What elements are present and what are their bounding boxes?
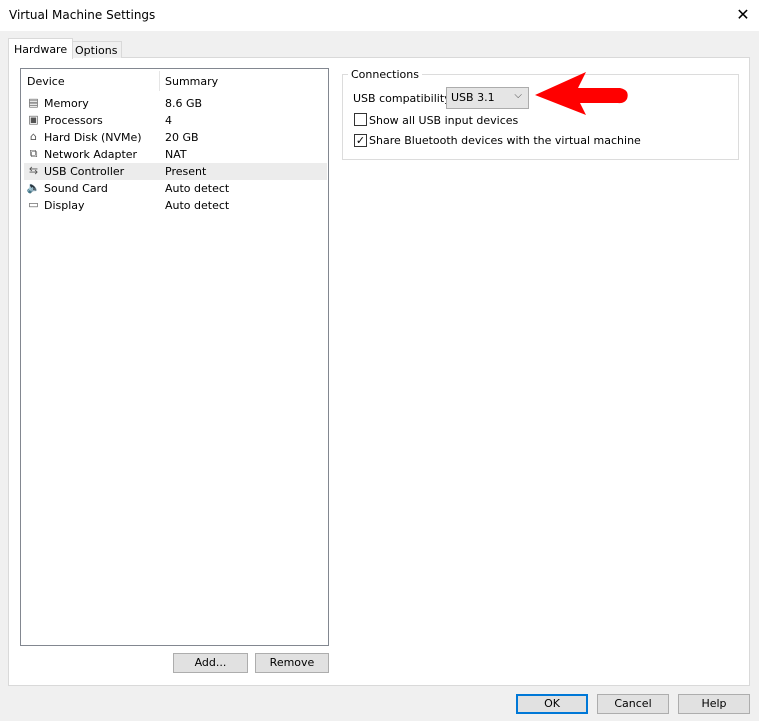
device-summary: Auto detect [165,199,230,212]
device-summary: NAT [165,148,187,161]
usb-compatibility-label: USB compatibility: [353,92,454,105]
device-row[interactable]: ▭ Display Auto detect [24,197,327,214]
device-summary: 4 [165,114,172,127]
window-title: Virtual Machine Settings [9,8,156,22]
chevron-down-icon: ⌵ [514,90,522,101]
tab-hardware[interactable]: Hardware [8,38,74,59]
add-button[interactable]: Add... [173,653,248,673]
cancel-button[interactable]: Cancel [597,694,669,714]
connections-group-label: Connections [348,68,422,81]
network-adapter-icon: ⧉ [29,147,38,160]
device-row[interactable]: ⇆ USB Controller Present [24,163,327,180]
sound-icon: 🔈 [26,181,41,194]
processor-icon: ▣ [28,113,39,126]
column-header-device[interactable]: Device [27,75,65,88]
column-header-summary[interactable]: Summary [165,75,218,88]
device-row[interactable]: ▤ Memory 8.6 GB [24,95,327,112]
device-list[interactable]: Device Summary ▤ Memory 8.6 GB ▣ Processors 4… [20,68,329,646]
show-all-usb-label[interactable]: Show all USB input devices [369,114,518,127]
help-button[interactable]: Help [678,694,750,714]
device-name: Memory [44,97,89,110]
device-name: Network Adapter [44,148,138,161]
device-summary: 20 GB [165,131,199,144]
device-row[interactable]: ▣ Processors 4 [24,112,327,129]
device-summary: Auto detect [165,182,230,195]
close-icon[interactable]: ✕ [733,4,753,26]
red-arrow-annotation [535,72,628,115]
device-row[interactable]: ⌂ Hard Disk (NVMe) 20 GB [24,129,327,146]
tab-options[interactable]: Options [70,41,123,58]
usb-compatibility-value: USB 3.1 [451,91,495,104]
device-name: Sound Card [44,182,108,195]
device-row[interactable]: 🔈 Sound Card Auto detect [24,180,327,197]
remove-button[interactable]: Remove [255,653,329,673]
device-row[interactable]: ⧉ Network Adapter NAT [24,146,327,163]
device-summary: Present [165,165,207,178]
ok-button[interactable]: OK [516,694,588,714]
device-name: Processors [44,114,103,127]
usb-icon: ⇆ [28,164,39,177]
device-name: Display [44,199,85,212]
share-bluetooth-checkbox[interactable]: ✓ [354,134,367,147]
arrow-shape [535,72,628,115]
share-bluetooth-label[interactable]: Share Bluetooth devices with the virtual… [369,134,641,147]
memory-icon: ▤ [28,96,39,109]
usb-compatibility-dropdown[interactable]: USB 3.1 ⌵ [446,87,529,109]
show-all-usb-checkbox[interactable] [354,113,367,126]
column-separator[interactable] [159,71,160,91]
display-icon: ▭ [28,198,39,211]
device-name: USB Controller [44,165,125,178]
device-summary: 8.6 GB [165,97,203,110]
checkmark-icon: ✓ [355,134,366,147]
device-name: Hard Disk (NVMe) [44,131,142,144]
hard-disk-icon: ⌂ [30,130,37,143]
